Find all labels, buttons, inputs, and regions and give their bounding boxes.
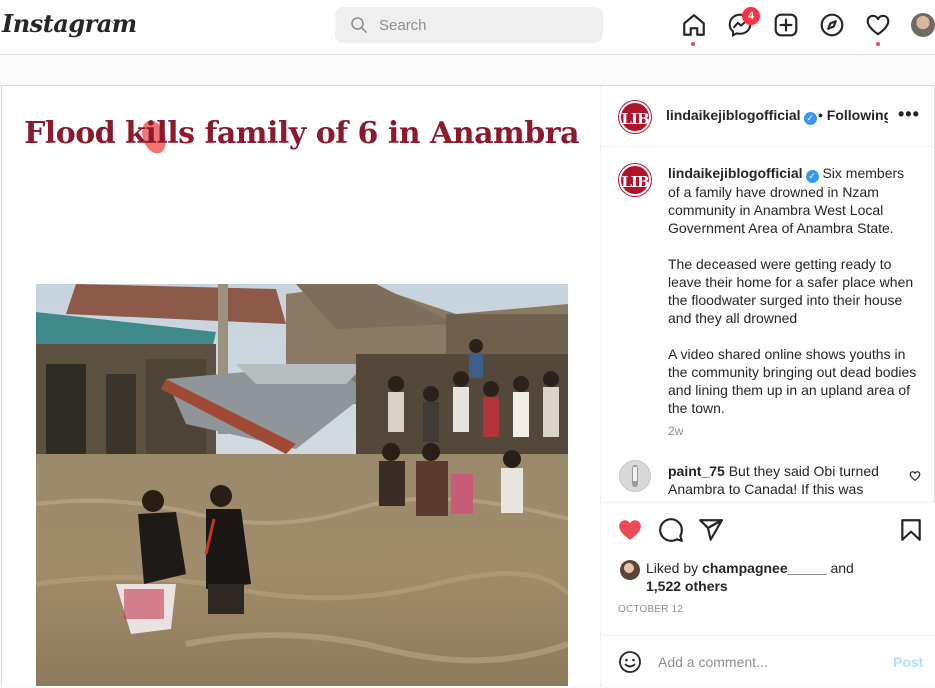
verified-badge-icon: ✓ [803,112,817,125]
post-sidebar: LIB lindaikejiblogofficial ✓ • Following … [602,86,935,687]
post-comment-button[interactable]: Post [893,654,923,670]
save-bookmark-icon[interactable] [898,517,924,543]
liker-username[interactable]: champagnee_____ [702,560,827,576]
profile-avatar[interactable] [911,13,935,37]
post-date[interactable]: OCTOBER 12 [618,604,683,615]
home-icon[interactable] [681,12,707,38]
commenter-avatar[interactable] [619,460,651,492]
emoji-icon[interactable] [618,650,642,674]
chevron-down-icon[interactable]: ⌵ [111,14,121,30]
top-nav-bar: Instagram ⌵ Search 4 [0,0,935,55]
messages-badge: 4 [742,7,760,25]
commenter-avatar-image [632,465,638,487]
add-comment-bar: Add a comment... Post [602,635,935,688]
comment-item: paint_75 But they said Obi turned Anambr… [668,462,898,498]
likes-summary: Liked by champagnee_____ and 1,522 other… [646,559,906,595]
share-icon[interactable] [698,517,724,543]
caption-author-avatar[interactable]: LIB [619,164,651,196]
search-icon [351,17,367,33]
following-label: Following [826,107,888,123]
new-post-icon[interactable] [773,12,799,38]
likes-and: and [830,560,854,576]
caption-paragraph-3: A video shared online shows youths in th… [668,346,917,416]
post-header: LIB lindaikejiblogofficial ✓ • Following … [602,86,935,147]
post-media[interactable]: Flood kills family of 6 in Anambra [2,86,601,686]
comment-icon[interactable] [658,517,684,543]
caption-username[interactable]: lindaikejiblogofficial [668,165,803,181]
post-actions: Liked by champagnee_____ and 1,522 other… [602,502,935,687]
home-active-dot [691,42,695,46]
more-options-icon[interactable]: ••• [898,104,920,125]
likes-others[interactable]: 1,522 others [646,578,728,594]
post-headline: Flood kills family of 6 in Anambra [24,116,580,151]
flood-photo [36,284,568,686]
like-heart-icon[interactable] [617,517,643,543]
following-button[interactable]: • Following [818,107,888,123]
author-name-row[interactable]: lindaikejiblogofficial ✓ [666,107,817,125]
explore-icon[interactable] [819,12,845,38]
activity-dot [876,42,880,46]
post-caption: lindaikejiblogofficial ✓ Six members of a… [668,164,918,435]
activity-heart-icon[interactable] [865,12,891,38]
comment-like-icon[interactable] [909,470,921,482]
search-input[interactable]: Search [335,7,603,43]
caption-paragraph-2: The deceased were getting ready to leave… [668,256,914,326]
add-comment-input[interactable]: Add a comment... [658,654,768,670]
author-avatar[interactable]: LIB [619,101,651,133]
comment-username[interactable]: paint_75 [668,463,725,479]
likes-prefix: Liked by [646,560,699,576]
caption-time[interactable]: 2w [668,424,683,438]
post-card: Flood kills family of 6 in Anambra LIB l… [1,85,935,687]
search-placeholder: Search [379,17,427,34]
liker-avatar[interactable] [620,560,640,580]
verified-badge-icon: ✓ [805,170,819,183]
author-username[interactable]: lindaikejiblogofficial [666,107,801,123]
